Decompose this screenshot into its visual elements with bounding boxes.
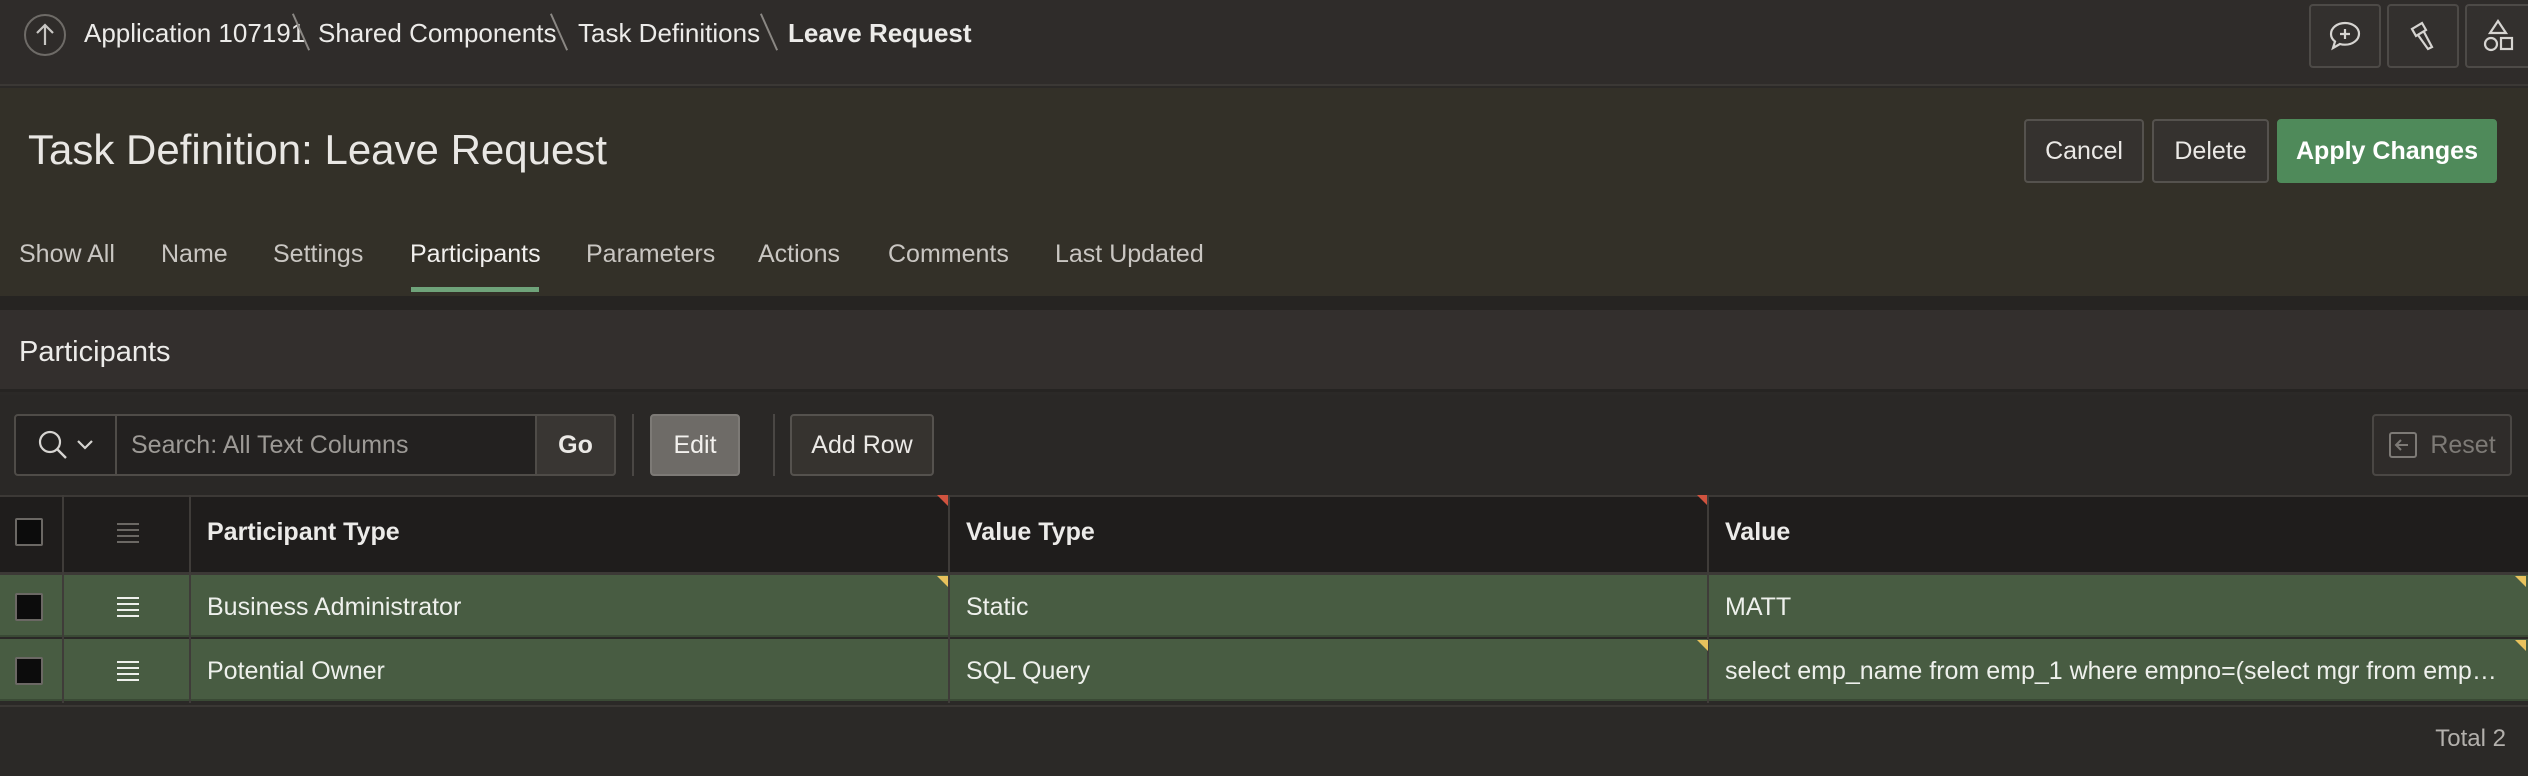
search-column-menu[interactable] (14, 414, 117, 476)
cell-participant-type[interactable]: Potential Owner (207, 657, 927, 686)
chevron-down-icon (76, 440, 93, 450)
tab-comments[interactable]: Comments (888, 240, 1009, 269)
select-all-checkbox[interactable] (15, 518, 43, 546)
edit-button[interactable]: Edit (650, 414, 740, 476)
highlight-button[interactable] (2387, 4, 2459, 68)
page-header (0, 88, 2528, 298)
apply-changes-button[interactable]: Apply Changes (2277, 119, 2497, 183)
tab-settings[interactable]: Settings (273, 240, 363, 269)
changed-cell-marker (1697, 640, 1708, 651)
delete-button[interactable]: Delete (2152, 119, 2269, 183)
go-button[interactable]: Go (535, 414, 616, 476)
column-header-participant-type[interactable]: Participant Type (207, 518, 400, 547)
changed-cell-marker (2515, 640, 2526, 651)
required-column-marker (937, 495, 948, 506)
navigate-up-button[interactable] (24, 14, 66, 56)
tab-actions[interactable]: Actions (758, 240, 840, 269)
active-tab-indicator (411, 287, 539, 292)
tab-show-all[interactable]: Show All (19, 240, 115, 269)
tab-parameters[interactable]: Parameters (586, 240, 715, 269)
changed-cell-marker (937, 576, 948, 587)
page-title: Task Definition: Leave Request (28, 126, 607, 173)
toolbar-divider (773, 414, 775, 476)
breadcrumb-current: Leave Request (788, 18, 972, 48)
search-input[interactable] (117, 416, 535, 474)
cell-value[interactable]: MATT (1725, 593, 2505, 622)
cell-value-type[interactable]: Static (966, 593, 1686, 622)
breadcrumb-application[interactable]: Application 107191 (84, 18, 305, 49)
row-actions-menu-icon[interactable] (115, 596, 141, 618)
column-divider (1707, 495, 1709, 703)
row-checkbox[interactable] (15, 593, 43, 621)
region-gap (0, 296, 2528, 310)
tab-participants[interactable]: Participants (410, 240, 541, 269)
column-header-value-type[interactable]: Value Type (966, 518, 1095, 547)
shared-components-button[interactable] (2465, 4, 2528, 68)
reset-label: Reset (2430, 430, 2496, 459)
add-row-button[interactable]: Add Row (790, 414, 934, 476)
region-header (0, 310, 2528, 392)
cell-participant-type[interactable]: Business Administrator (207, 593, 927, 622)
total-count: Total 2 (2435, 725, 2506, 752)
breadcrumb-task-definitions[interactable]: Task Definitions (578, 18, 760, 49)
reset-icon (2389, 432, 2418, 458)
column-divider (948, 495, 950, 703)
column-divider (189, 495, 191, 703)
grid-footer (0, 705, 2528, 776)
tab-last-updated[interactable]: Last Updated (1055, 240, 1204, 269)
changed-cell-marker (2515, 576, 2526, 587)
breadcrumb-shared-components[interactable]: Shared Components (318, 18, 556, 49)
cell-value-type[interactable]: SQL Query (966, 657, 1686, 686)
flashlight-icon (2410, 21, 2434, 51)
search-icon (38, 430, 67, 459)
arrow-up-icon (36, 23, 54, 45)
row-actions-header-icon (117, 523, 139, 543)
tab-name[interactable]: Name (161, 240, 228, 269)
comment-button[interactable] (2309, 4, 2381, 68)
toolbar-divider (632, 414, 634, 476)
shapes-icon (2483, 19, 2513, 52)
comment-add-icon (2329, 21, 2361, 51)
cell-value[interactable]: select emp_name from emp_1 where empno=(… (1725, 657, 2505, 686)
cancel-button[interactable]: Cancel (2024, 119, 2144, 183)
region-title: Participants (19, 336, 171, 368)
row-checkbox[interactable] (15, 657, 43, 685)
column-divider (62, 495, 64, 703)
reset-button[interactable]: Reset (2372, 414, 2512, 476)
row-actions-menu-icon[interactable] (115, 660, 141, 682)
column-header-value[interactable]: Value (1725, 518, 1790, 547)
